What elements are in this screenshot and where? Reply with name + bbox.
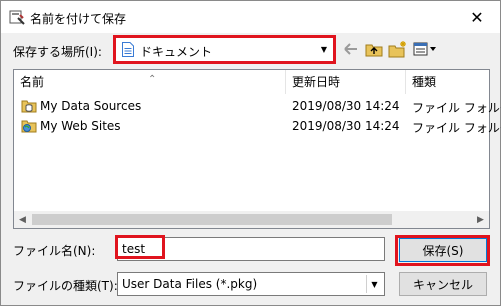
new-folder-icon[interactable] xyxy=(387,39,409,59)
chevron-down-icon[interactable]: ▼ xyxy=(366,275,382,293)
file-date: 2019/08/30 14:24 xyxy=(292,119,400,133)
column-name[interactable]: 名前 ⌃ xyxy=(14,70,286,94)
file-type: ファイル フォルダー xyxy=(412,121,501,135)
save-button-label: 保存(S) xyxy=(422,243,464,258)
documents-icon xyxy=(122,42,134,57)
filename-value: test xyxy=(122,242,146,256)
location-select[interactable]: ドキュメント ▼ xyxy=(115,37,335,62)
filetype-label: ファイルの種類(T): xyxy=(13,279,118,293)
list-item[interactable]: My Data Sources 2019/08/30 14:24 ファイル フォ… xyxy=(14,96,501,116)
column-modified-label: 更新日時 xyxy=(292,75,341,89)
window-title: 名前を付けて保存 xyxy=(30,12,127,26)
location-value: ドキュメント xyxy=(140,45,213,59)
filetype-value: User Data Files (*.pkg) xyxy=(122,277,258,291)
sort-up-icon: ⌃ xyxy=(148,74,157,85)
chevron-down-icon[interactable]: ▼ xyxy=(316,40,332,59)
save-as-dialog: 名前を付けて保存 ✕ 保存する場所(I): ドキュメント ▼ 名前 ⌃ 更新日時… xyxy=(0,0,501,306)
column-name-label: 名前 xyxy=(20,75,45,89)
filename-input[interactable]: test xyxy=(117,237,385,261)
file-date: 2019/08/30 14:24 xyxy=(292,99,400,113)
up-folder-icon[interactable] xyxy=(364,39,384,59)
file-name: My Data Sources xyxy=(40,99,142,113)
data-sources-folder-icon xyxy=(21,98,37,114)
filename-label: ファイル名(N): xyxy=(13,244,96,258)
scrollbar-thumb[interactable] xyxy=(32,214,392,225)
horizontal-scrollbar[interactable]: ◀ ▶ xyxy=(14,211,489,228)
close-button[interactable]: ✕ xyxy=(454,1,500,33)
column-type-label: 種類 xyxy=(412,75,437,89)
web-sites-folder-icon xyxy=(21,118,37,134)
column-type[interactable]: 種類 xyxy=(406,70,490,94)
filetype-select[interactable]: User Data Files (*.pkg) ▼ xyxy=(117,272,385,296)
scroll-right-icon[interactable]: ▶ xyxy=(472,211,489,228)
location-label: 保存する場所(I): xyxy=(13,45,102,59)
list-item[interactable]: My Web Sites 2019/08/30 14:24 ファイル フォルダー xyxy=(14,116,501,136)
file-list[interactable]: 名前 ⌃ 更新日時 種類 My Data Sources 2019/08/30 … xyxy=(13,69,501,229)
title-bar: 名前を付けて保存 ✕ xyxy=(1,1,500,33)
file-type: ファイル フォルダー xyxy=(412,101,501,115)
cancel-button-label: キャンセル xyxy=(412,277,473,292)
save-dialog-icon xyxy=(9,9,25,25)
file-name: My Web Sites xyxy=(40,119,121,133)
view-menu-icon[interactable] xyxy=(412,39,438,59)
scroll-left-icon[interactable]: ◀ xyxy=(14,211,31,228)
column-modified[interactable]: 更新日時 xyxy=(286,70,406,94)
cancel-button[interactable]: キャンセル xyxy=(399,272,487,296)
save-button[interactable]: 保存(S) xyxy=(399,238,487,262)
back-arrow-icon[interactable] xyxy=(342,39,360,59)
